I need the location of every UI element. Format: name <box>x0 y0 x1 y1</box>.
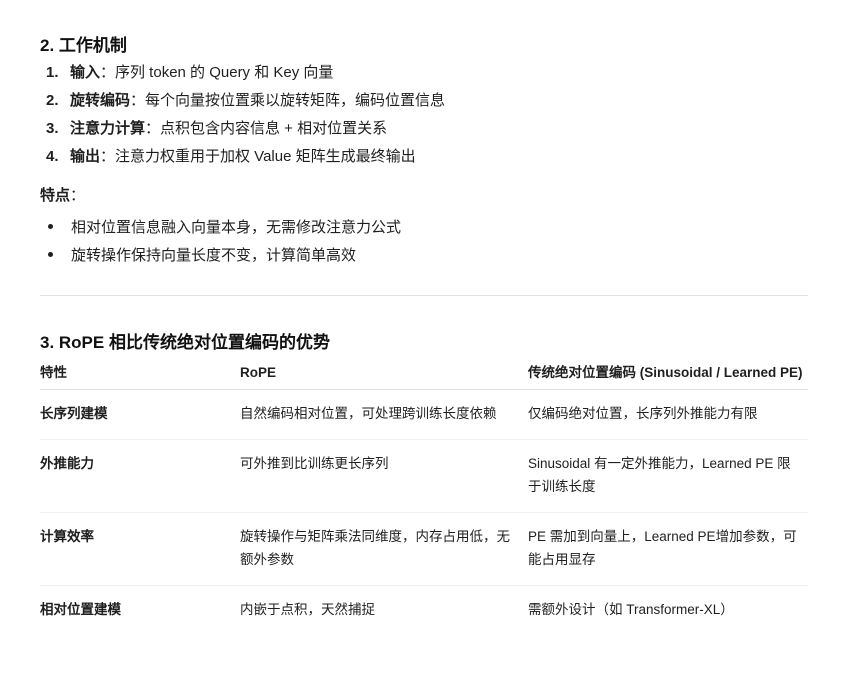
step-number: 3. <box>46 120 59 137</box>
cell-feature: 计算效率 <box>40 512 240 586</box>
cell-traditional: 需额外设计（如 Transformer-XL） <box>528 602 734 617</box>
table-row: 外推能力 可外推到比训练更长序列 Sinusoidal 有一定外推能力，Lear… <box>40 439 808 513</box>
header-traditional-pe: 传统绝对位置编码 (Sinusoidal / Learned PE) <box>528 358 808 390</box>
step-item-3: 3. 注意力计算：点积包含内容信息 + 相对位置关系 <box>46 119 387 139</box>
cell-rope: 可外推到比训练更长序列 <box>240 439 528 513</box>
cell-traditional: Sinusoidal 有一定外推能力，Learned PE 限于训练长度 <box>528 439 808 513</box>
step-item-1: 1. 输入：序列 token 的 Query 和 Key 向量 <box>46 63 333 83</box>
section-3-heading: 3. RoPE 相比传统绝对位置编码的优势 <box>40 333 330 352</box>
section-2-heading: 2. 工作机制 <box>40 36 127 55</box>
step-text: ：点积包含内容信息 + 相对位置关系 <box>145 120 388 137</box>
cell-feature: 长序列建模 <box>40 389 240 440</box>
bullet-dot-icon <box>48 223 53 229</box>
step-term: 注意力计算 <box>70 120 146 137</box>
step-term: 输入 <box>70 64 101 81</box>
cell-feature: 外推能力 <box>40 439 240 513</box>
table-row: 计算效率 旋转操作与矩阵乘法同维度，内存占用低，无额外参数 PE 需加到向量上，… <box>40 512 808 586</box>
step-text: ：注意力权重用于加权 Value 矩阵生成最终输出 <box>100 148 416 165</box>
cell-traditional: PE 需加到向量上，Learned PE增加参数，可能占用显存 <box>528 512 808 586</box>
comparison-table: 特性 RoPE 传统绝对位置编码 (Sinusoidal / Learned P… <box>40 358 808 635</box>
step-number: 2. <box>46 92 59 109</box>
features-label: 特点： <box>40 184 85 205</box>
cell-traditional: 仅编码绝对位置，长序列外推能力有限 <box>528 389 808 440</box>
step-term: 旋转编码 <box>70 92 131 109</box>
step-term: 输出 <box>70 148 101 165</box>
step-item-4: 4. 输出：注意力权重用于加权 Value 矩阵生成最终输出 <box>46 147 416 167</box>
header-feature: 特性 <box>40 358 240 390</box>
feature-item-2: 旋转操作保持向量长度不变，计算简单高效 <box>48 244 356 265</box>
feature-item-1: 相对位置信息融入向量本身，无需修改注意力公式 <box>48 216 401 237</box>
step-number: 1. <box>46 64 59 81</box>
table-row: 长序列建模 自然编码相对位置，可处理跨训练长度依赖 仅编码绝对位置，长序列外推能… <box>40 389 808 440</box>
step-number: 4. <box>46 148 59 165</box>
header-rope: RoPE <box>240 358 528 390</box>
step-text: ：序列 token 的 Query 和 Key 向量 <box>100 64 334 81</box>
features-label-text: 特点 <box>40 187 71 204</box>
step-text: ：每个向量按位置乘以旋转矩阵，编码位置信息 <box>130 92 446 109</box>
features-label-colon: ： <box>70 187 86 204</box>
feature-text: 旋转操作保持向量长度不变，计算简单高效 <box>71 247 357 264</box>
cell-rope: 内嵌于点积，天然捕捉 <box>240 602 375 617</box>
cell-rope: 旋转操作与矩阵乘法同维度，内存占用低，无额外参数 <box>240 512 528 586</box>
table-row: 相对位置建模 内嵌于点积，天然捕捉 需额外设计（如 Transformer-XL… <box>40 586 808 636</box>
bullet-dot-icon <box>48 251 53 257</box>
cell-rope: 自然编码相对位置，可处理跨训练长度依赖 <box>240 389 528 440</box>
step-item-2: 2. 旋转编码：每个向量按位置乘以旋转矩阵，编码位置信息 <box>46 91 445 111</box>
feature-text: 相对位置信息融入向量本身，无需修改注意力公式 <box>71 219 402 236</box>
table-header-row: 特性 RoPE 传统绝对位置编码 (Sinusoidal / Learned P… <box>40 358 808 390</box>
cell-feature: 相对位置建模 <box>40 602 121 617</box>
section-divider <box>40 295 808 296</box>
